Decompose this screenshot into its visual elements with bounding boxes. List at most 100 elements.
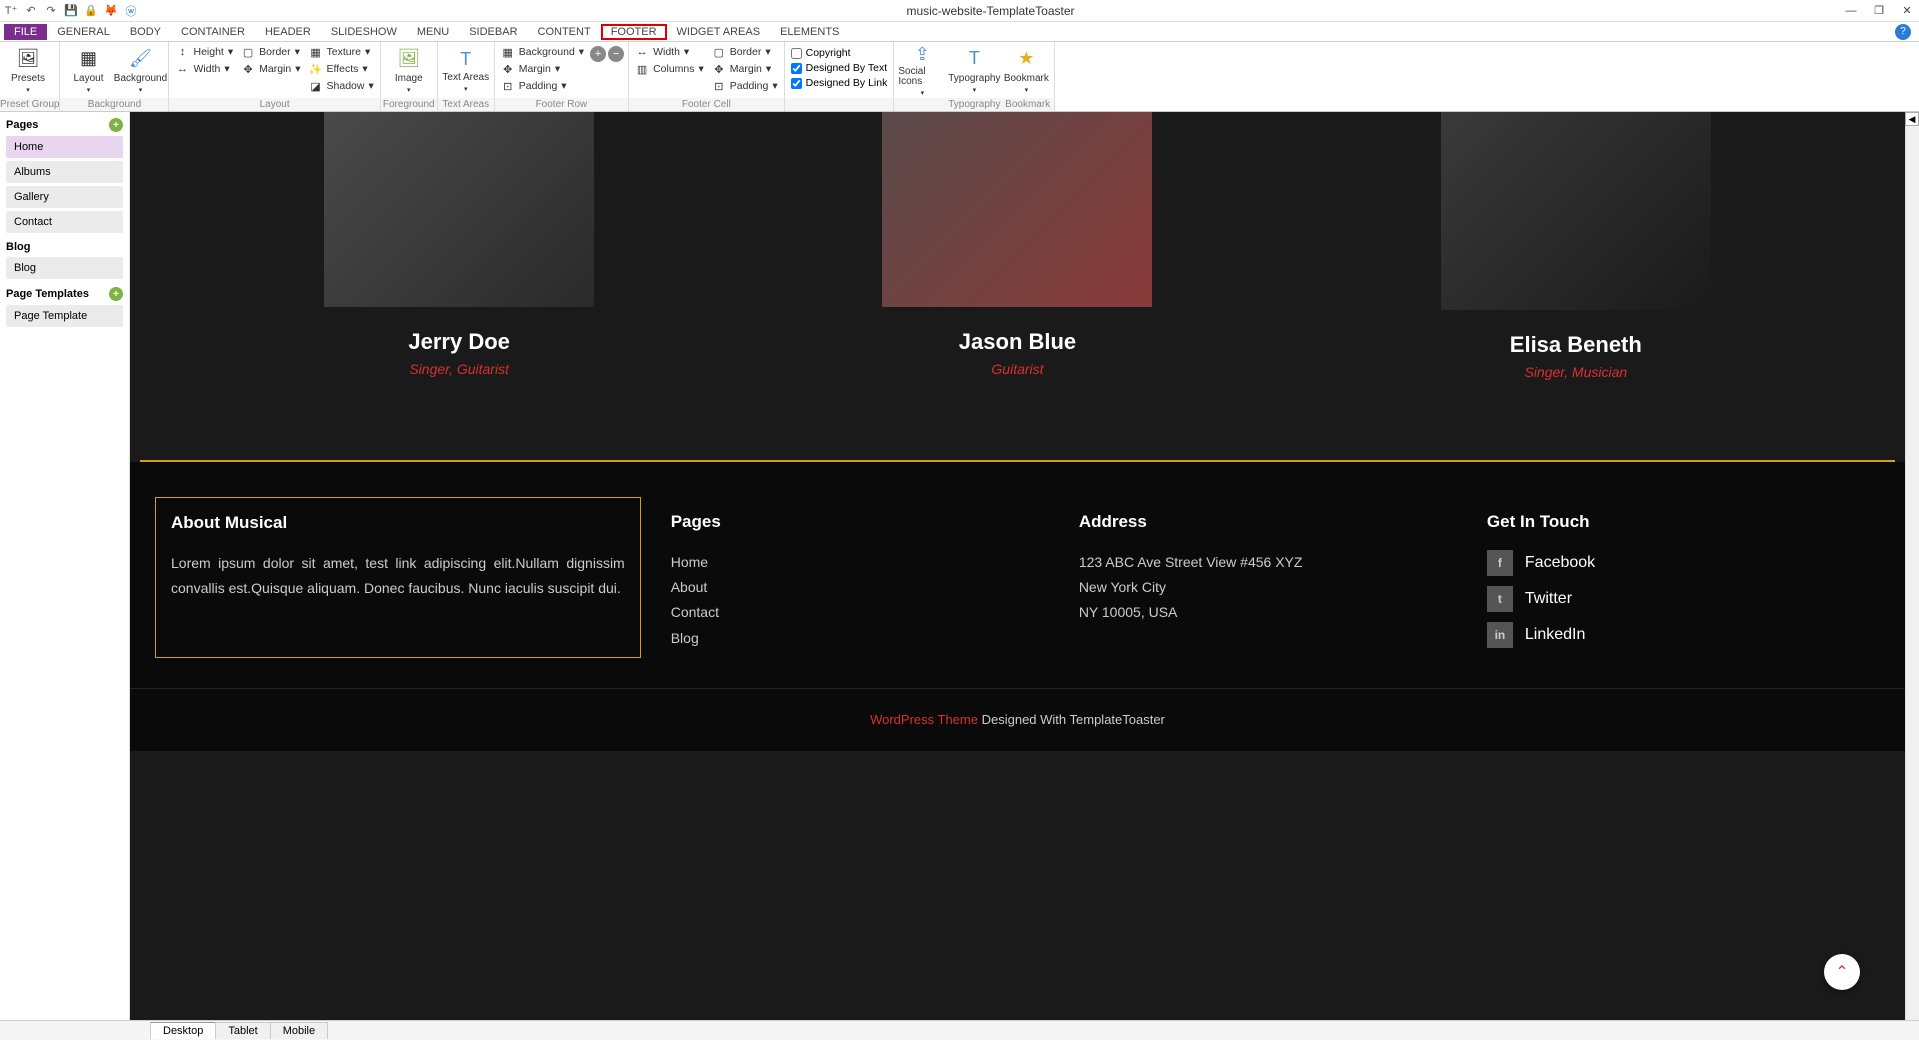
vertical-scrollbar[interactable] <box>1905 112 1919 1020</box>
copyright-checkbox[interactable]: Copyright <box>789 46 890 60</box>
border-button[interactable]: ▢Border ▾ <box>239 44 302 60</box>
typography-button[interactable]: T Typography ▾ <box>950 44 998 96</box>
device-tab-desktop[interactable]: Desktop <box>150 1022 216 1039</box>
band-member-image[interactable] <box>1441 112 1711 310</box>
bookmark-label: Bookmark <box>1004 73 1049 84</box>
bookmark-button[interactable]: ★ Bookmark ▾ <box>1002 44 1050 96</box>
menu-tab-widget-areas[interactable]: WIDGET AREAS <box>667 24 771 40</box>
presets-button[interactable]: 🖼 Presets ▾ <box>4 44 52 96</box>
footer-col-pages[interactable]: Pages Home About Contact Blog <box>671 512 1049 658</box>
wordpress-theme-link[interactable]: WordPress Theme <box>870 712 978 727</box>
footer-col-about[interactable]: About Musical Lorem ipsum dolor sit amet… <box>155 497 641 658</box>
image-button[interactable]: 🖼 Image ▾ <box>385 44 433 96</box>
border-icon: ▢ <box>712 45 726 59</box>
close-button[interactable]: ✕ <box>1899 3 1915 19</box>
restore-button[interactable]: ❐ <box>1871 3 1887 19</box>
cell-margin-button[interactable]: ✥Margin ▾ <box>710 61 780 77</box>
device-tab-mobile[interactable]: Mobile <box>270 1022 328 1039</box>
scroll-to-top-button[interactable]: ⌃ <box>1824 954 1860 990</box>
band-member-image[interactable] <box>882 112 1152 307</box>
sidebar-item-contact[interactable]: Contact <box>6 211 123 233</box>
band-member-image[interactable] <box>324 112 594 307</box>
sidebar-item-gallery[interactable]: Gallery <box>6 186 123 208</box>
menu-tab-file[interactable]: FILE <box>4 24 47 40</box>
help-icon[interactable]: ? <box>1895 24 1911 40</box>
social-icons-button[interactable]: ⇪ Social Icons ▾ <box>898 44 946 96</box>
footer-page-link[interactable]: About <box>671 575 1049 600</box>
menu-tab-content[interactable]: CONTENT <box>528 24 601 40</box>
undo-icon[interactable]: ↶ <box>24 4 38 18</box>
layout-button[interactable]: ▦ Layout ▾ <box>64 44 112 96</box>
sidebar-item-albums[interactable]: Albums <box>6 161 123 183</box>
background-icon: 🖌 <box>128 47 152 71</box>
ribbon-group-label: Layout <box>169 98 379 111</box>
chevron-down-icon: ▾ <box>921 89 925 97</box>
footer-col-touch[interactable]: Get In Touch f Facebook t Twitter in Lin… <box>1487 512 1865 658</box>
redo-icon[interactable]: ↷ <box>44 4 58 18</box>
sidebar-item-blog[interactable]: Blog <box>6 257 123 279</box>
designed-text-checkbox[interactable]: Designed By Text <box>789 61 890 75</box>
save-icon[interactable]: 💾 <box>64 4 78 18</box>
cell-columns-button[interactable]: ▥Columns ▾ <box>633 61 706 77</box>
margin-button[interactable]: ✥Margin ▾ <box>239 61 302 77</box>
menu-tab-container[interactable]: CONTAINER <box>171 24 255 40</box>
remove-row-button[interactable]: − <box>608 46 624 62</box>
menu-tab-body[interactable]: BODY <box>120 24 171 40</box>
collapse-sidebar-button[interactable]: ◀ <box>1905 112 1919 126</box>
menu-tab-header[interactable]: HEADER <box>255 24 321 40</box>
pages-sidebar: Pages + Home Albums Gallery Contact Blog… <box>0 112 130 1020</box>
social-link-facebook[interactable]: f Facebook <box>1487 550 1865 576</box>
social-link-twitter[interactable]: t Twitter <box>1487 586 1865 612</box>
pages-header: Pages <box>6 119 38 131</box>
quick-access-toolbar: T⁺ ↶ ↷ 💾 🔒 🦊 ⓦ <box>4 4 138 18</box>
footer-page-link[interactable]: Home <box>671 550 1049 575</box>
background-button[interactable]: 🖌 Background ▾ <box>116 44 164 96</box>
wordpress-icon[interactable]: ⓦ <box>124 4 138 18</box>
margin-icon: ✥ <box>501 62 515 76</box>
sidebar-item-home[interactable]: Home <box>6 136 123 158</box>
footer-page-link[interactable]: Blog <box>671 626 1049 651</box>
address-line: NY 10005, USA <box>1079 600 1457 625</box>
menu-tab-menu[interactable]: MENU <box>407 24 459 40</box>
facebook-icon: f <box>1487 550 1513 576</box>
lock-icon[interactable]: 🔒 <box>84 4 98 18</box>
width-button[interactable]: ↔Width ▾ <box>173 61 235 77</box>
minimize-button[interactable]: — <box>1843 3 1859 19</box>
menu-tab-footer[interactable]: FOOTER <box>601 24 667 40</box>
social-label: Social Icons <box>898 67 946 87</box>
row-margin-button[interactable]: ✥Margin ▾ <box>499 61 586 77</box>
row-padding-button[interactable]: ⊡Padding ▾ <box>499 78 586 94</box>
height-button[interactable]: ↕Height ▾ <box>173 44 235 60</box>
designed-link-checkbox[interactable]: Designed By Link <box>789 76 890 90</box>
footer-col-address[interactable]: Address 123 ABC Ave Street View #456 XYZ… <box>1079 512 1457 658</box>
texture-button[interactable]: ▦Texture ▾ <box>307 44 376 60</box>
cell-border-button[interactable]: ▢Border ▾ <box>710 44 780 60</box>
font-icon[interactable]: T⁺ <box>4 4 18 18</box>
menu-tab-slideshow[interactable]: SLIDESHOW <box>321 24 407 40</box>
effects-button[interactable]: ✨Effects ▾ <box>307 61 376 77</box>
cell-padding-button[interactable]: ⊡Padding ▾ <box>710 78 780 94</box>
band-member-name: Jerry Doe <box>324 329 594 355</box>
footer-bottom[interactable]: WordPress Theme Designed With TemplateTo… <box>130 688 1905 751</box>
design-canvas[interactable]: Jerry Doe Singer, Guitarist Jason Blue G… <box>130 112 1905 1020</box>
blog-header: Blog <box>6 241 30 253</box>
footer-page-link[interactable]: Contact <box>671 600 1049 625</box>
cell-width-button[interactable]: ↔Width ▾ <box>633 44 706 60</box>
menu-tab-elements[interactable]: ELEMENTS <box>770 24 849 40</box>
firefox-icon[interactable]: 🦊 <box>104 4 118 18</box>
shadow-button[interactable]: ◪Shadow ▾ <box>307 78 376 94</box>
sidebar-item-page-template[interactable]: Page Template <box>6 305 123 327</box>
ribbon-group-label: Background <box>60 98 168 111</box>
device-tab-tablet[interactable]: Tablet <box>215 1022 270 1039</box>
add-row-button[interactable]: + <box>590 46 606 62</box>
menu-tab-sidebar[interactable]: SIDEBAR <box>459 24 527 40</box>
menu-tab-general[interactable]: GENERAL <box>47 24 120 40</box>
text-areas-button[interactable]: T Text Areas ▾ <box>442 44 490 96</box>
footer-touch-title: Get In Touch <box>1487 512 1865 532</box>
row-background-button[interactable]: ▦Background ▾ <box>499 44 586 60</box>
height-icon: ↕ <box>175 45 189 59</box>
add-page-button[interactable]: + <box>109 118 123 132</box>
add-template-button[interactable]: + <box>109 287 123 301</box>
layout-icon: ▦ <box>76 47 100 71</box>
social-link-linkedin[interactable]: in LinkedIn <box>1487 622 1865 648</box>
